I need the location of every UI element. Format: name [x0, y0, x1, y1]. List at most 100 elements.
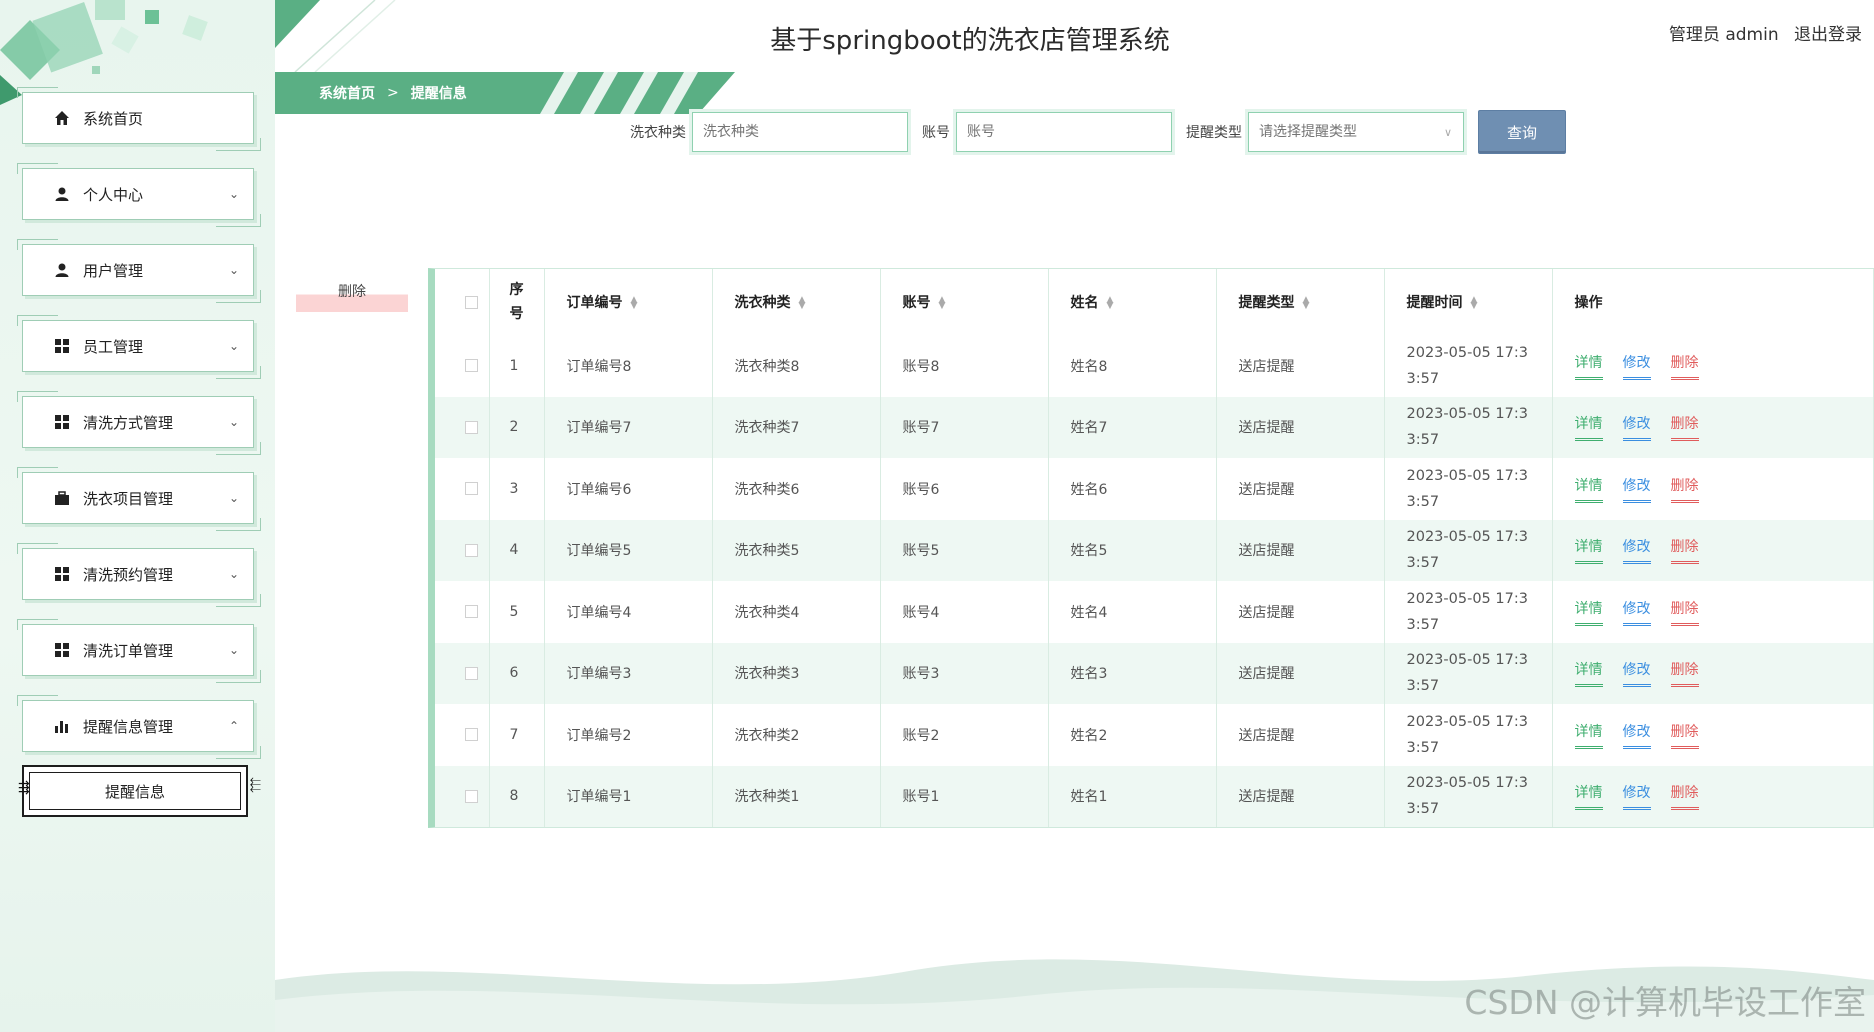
row-delete-button[interactable]: 删除 [1670, 659, 1699, 688]
time-line-2: 3:57 [1406, 739, 1440, 756]
edit-button[interactable]: 修改 [1622, 721, 1651, 749]
cell-account: 账号6 [880, 458, 1049, 520]
sort-icon[interactable]: ▲ ▼ [799, 296, 806, 311]
user-icon [53, 261, 71, 279]
delete-button[interactable]: 删除 [296, 280, 408, 312]
query-button[interactable]: 查询 [1478, 110, 1566, 154]
detail-button[interactable]: 详情 [1574, 475, 1603, 503]
cell-reminder-time: 2023-05-05 17:3 3:57 [1384, 335, 1553, 397]
sidebar-item-home[interactable]: 系统首页 [17, 87, 261, 151]
sort-icon[interactable]: ▲ ▼ [1107, 296, 1114, 311]
sidebar-item-personal-center[interactable]: 个人中心 ⌄ [17, 163, 261, 227]
select-all-checkbox[interactable] [465, 295, 478, 309]
row-select-cell [435, 765, 490, 827]
detail-button[interactable]: 详情 [1574, 598, 1603, 626]
sort-icon[interactable]: ▲ ▼ [1303, 296, 1310, 311]
cell-laundry-type: 洗衣种类4 [712, 581, 881, 643]
cell-operations: 详情 修改 删除 [1552, 396, 1874, 458]
cell-order-no: 订单编号5 [544, 519, 713, 581]
chevron-down-icon: ⌄ [228, 187, 239, 201]
row-checkbox[interactable] [465, 543, 478, 557]
row-checkbox[interactable] [465, 482, 478, 496]
sort-icon[interactable]: ▲ ▼ [631, 296, 638, 311]
sort-icon[interactable]: ▲ ▼ [939, 296, 946, 311]
header-reminder-time[interactable]: 提醒时间 ▲ ▼ [1384, 269, 1553, 335]
cell-reminder-time: 2023-05-05 17:3 3:57 [1384, 396, 1553, 458]
sidebar-item-wash-order-management[interactable]: 清洗订单管理 ⌄ [17, 619, 261, 683]
row-delete-button[interactable]: 删除 [1670, 782, 1699, 811]
cell-account: 账号4 [880, 581, 1049, 643]
detail-button[interactable]: 详情 [1574, 782, 1603, 811]
detail-button[interactable]: 详情 [1574, 352, 1603, 380]
header-account[interactable]: 账号 ▲ ▼ [880, 269, 1049, 335]
reminder-table: 序号 订单编号 ▲ ▼ 洗衣种类 ▲ ▼ 账号 ▲ ▼ 姓名 ▲ ▼ 提醒类型 ▲ ▼ 提醒时间 ▲ ▼… [428, 268, 1874, 828]
edit-button[interactable]: 修改 [1622, 782, 1651, 811]
logout-link[interactable]: 退出登录 [1794, 25, 1862, 45]
reminder-type-select-input[interactable] [1245, 109, 1467, 155]
row-delete-button[interactable]: 删除 [1670, 475, 1699, 503]
row-checkbox[interactable] [465, 666, 478, 680]
time-line-1: 2023-05-05 17:3 [1406, 467, 1528, 484]
cell-index: 7 [489, 704, 545, 766]
detail-button[interactable]: 详情 [1574, 659, 1603, 688]
header-order-no[interactable]: 订单编号 ▲ ▼ [544, 269, 713, 335]
sidebar-item-wash-method-management[interactable]: 清洗方式管理 ⌄ [17, 391, 261, 455]
edit-button[interactable]: 修改 [1622, 536, 1651, 565]
time-line-1: 2023-05-05 17:3 [1406, 775, 1528, 792]
row-delete-button[interactable]: 删除 [1670, 721, 1699, 749]
table-body: 1 订单编号8 洗衣种类8 账号8 姓名8 送店提醒 2023-05-05 17:3 3:57… [435, 335, 1874, 827]
sort-icon[interactable]: ▲ ▼ [1471, 296, 1478, 311]
row-delete-button[interactable]: 删除 [1670, 352, 1699, 380]
edit-button[interactable]: 修改 [1622, 598, 1651, 626]
row-checkbox[interactable] [465, 359, 478, 373]
row-checkbox[interactable] [465, 605, 478, 619]
row-delete-button[interactable]: 删除 [1670, 598, 1699, 626]
edit-button[interactable]: 修改 [1622, 413, 1651, 442]
row-select-cell [435, 642, 490, 704]
sidebar-item-user-management[interactable]: 用户管理 ⌄ [17, 239, 261, 303]
sidebar-subitem-reminder-info[interactable]: ⇶ 提醒信息 ⬱ [18, 765, 261, 817]
edit-button[interactable]: 修改 [1622, 475, 1651, 503]
detail-button[interactable]: 详情 [1574, 721, 1603, 749]
cell-name: 姓名6 [1048, 458, 1217, 520]
sidebar-item-laundry-project-management[interactable]: 洗衣项目管理 ⌄ [17, 467, 261, 531]
chevron-down-icon: ⌄ [228, 339, 239, 353]
reminder-type-label: 提醒类型 [1186, 125, 1242, 141]
cell-account: 账号1 [880, 765, 1049, 827]
row-delete-button[interactable]: 删除 [1670, 413, 1699, 442]
sidebar-item-wash-appointment-management[interactable]: 清洗预约管理 ⌄ [17, 543, 261, 607]
header-label: 洗衣种类 [734, 295, 791, 311]
detail-button[interactable]: 详情 [1574, 413, 1603, 442]
grid-icon [53, 565, 71, 583]
sidebar-item-reminder-management[interactable]: 提醒信息管理 ⌃ [17, 695, 261, 759]
breadcrumb-separator: > [387, 85, 399, 101]
search-bar: 洗衣种类 账号 提醒类型 ∨ 查询 [630, 109, 1566, 155]
table-row: 3 订单编号6 洗衣种类6 账号6 姓名6 送店提醒 2023-05-05 17:3 3:57… [435, 458, 1874, 520]
header-reminder-type[interactable]: 提醒类型 ▲ ▼ [1216, 269, 1385, 335]
row-checkbox[interactable] [465, 728, 478, 742]
header-laundry-type[interactable]: 洗衣种类 ▲ ▼ [712, 269, 881, 335]
detail-button[interactable]: 详情 [1574, 536, 1603, 565]
header-name[interactable]: 姓名 ▲ ▼ [1048, 269, 1217, 335]
row-delete-button[interactable]: 删除 [1670, 536, 1699, 565]
arrow-left-icon: ⬱ [249, 777, 261, 793]
sidebar-item-staff-management[interactable]: 员工管理 ⌄ [17, 315, 261, 379]
cell-reminder-type: 送店提醒 [1216, 765, 1385, 827]
edit-button[interactable]: 修改 [1622, 352, 1651, 380]
laundry-type-input[interactable] [689, 109, 911, 155]
edit-button[interactable]: 修改 [1622, 659, 1651, 688]
chevron-down-icon: ⌄ [228, 491, 239, 505]
reminder-type-select[interactable]: ∨ [1245, 109, 1467, 155]
breadcrumb-home[interactable]: 系统首页 [319, 83, 375, 103]
row-checkbox[interactable] [465, 420, 478, 434]
cell-reminder-type: 送店提醒 [1216, 458, 1385, 520]
sidebar-item-label: 员工管理 [83, 337, 144, 356]
cell-name: 姓名1 [1048, 765, 1217, 827]
cell-operations: 详情 修改 删除 [1552, 704, 1874, 766]
row-select-cell [435, 519, 490, 581]
cell-index: 4 [489, 519, 545, 581]
watermark: CSDN @计算机毕设工作室 [1464, 983, 1866, 1022]
row-checkbox[interactable] [465, 789, 478, 803]
row-select-cell [435, 335, 490, 397]
account-input[interactable] [953, 109, 1175, 155]
